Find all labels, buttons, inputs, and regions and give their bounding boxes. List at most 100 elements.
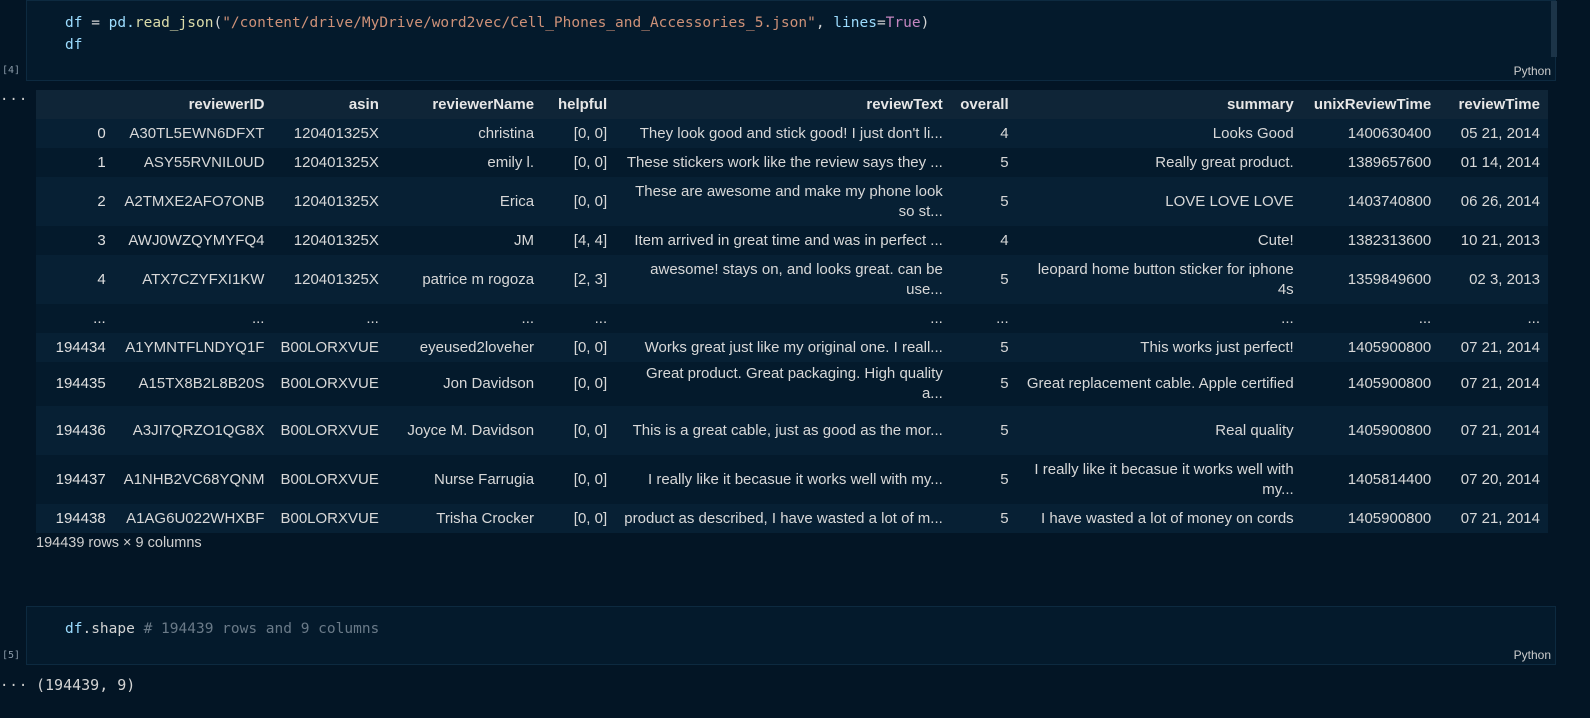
table-row: 194437 A1NHB2VC68YQNM B00LORXVUE Nurse F… xyxy=(36,455,1548,504)
code-line-1[interactable]: df.shape # 194439 rows and 9 columns xyxy=(65,621,379,637)
row-index: 2 xyxy=(97,192,106,210)
cell-scrollbar[interactable] xyxy=(1551,1,1557,57)
cell-unixreviewtime: 1405900800 xyxy=(1347,338,1432,356)
row-index: 3 xyxy=(97,231,106,249)
cell-reviewerid: A2TMXE2AFO7ONB xyxy=(124,192,265,210)
row-index: 0 xyxy=(97,124,106,142)
cell-reviewtime: ... xyxy=(1527,309,1540,327)
code-token-comma: , xyxy=(815,15,834,31)
row-index: 194438 xyxy=(55,509,106,527)
cell-reviewtime: 06 26, 2014 xyxy=(1460,192,1540,210)
cell-reviewerid: AWJ0WZQYMYFQ4 xyxy=(128,231,265,249)
cell-summary: I really like it becasue it works well w… xyxy=(1034,460,1294,498)
cell-reviewtime: 07 21, 2014 xyxy=(1460,338,1540,356)
cell-helpful: [0, 0] xyxy=(573,421,608,439)
dataframe-summary: 194439 rows × 9 columns xyxy=(36,535,202,551)
cell-reviewername: Nurse Farrugia xyxy=(434,470,535,488)
execution-count: [4] xyxy=(2,65,21,76)
cell-reviewername: emily l. xyxy=(487,153,535,171)
cell-language-label[interactable]: Python xyxy=(1514,648,1551,662)
cell-summary: ... xyxy=(1281,309,1294,327)
cell-overall: 5 xyxy=(1000,509,1009,527)
code-token-kwarg: lines xyxy=(833,15,877,31)
cell-reviewtext: They look good and stick good! I just do… xyxy=(639,124,943,142)
cell-summary: Looks Good xyxy=(1212,124,1294,142)
column-header-asin: asin xyxy=(272,90,387,119)
column-header-index xyxy=(36,90,114,119)
cell-overall: 4 xyxy=(1000,124,1009,142)
table-row: 3 AWJ0WZQYMYFQ4 120401325X JM [4, 4] Ite… xyxy=(36,226,1548,255)
cell-language-label[interactable]: Python xyxy=(1514,64,1551,78)
cell-reviewerid: ATX7CZYFXI1KW xyxy=(142,270,265,288)
cell-reviewerid: A1YMNTFLNDYQ1F xyxy=(125,338,265,356)
code-token-fn: read_json xyxy=(134,15,214,31)
table-row: 1 ASY55RVNIL0UD 120401325X emily l. [0, … xyxy=(36,148,1548,177)
output-more-icon[interactable]: ... xyxy=(0,88,28,104)
cell-unixreviewtime: 1389657600 xyxy=(1347,153,1432,171)
column-header-unixreviewtime: unixReviewTime xyxy=(1301,90,1440,119)
code-cell-1[interactable]: df = pd.read_json("/content/drive/MyDriv… xyxy=(26,0,1557,81)
column-header-reviewtext: reviewText xyxy=(615,90,951,119)
cell-summary: leopard home button sticker for iphone 4… xyxy=(1037,260,1294,298)
cell-unixreviewtime: ... xyxy=(1418,309,1432,327)
cell-reviewername: Trisha Crocker xyxy=(436,509,535,527)
cell-unixreviewtime: 1403740800 xyxy=(1347,192,1432,210)
cell-overall: 5 xyxy=(1000,153,1009,171)
cell-overall: 5 xyxy=(1000,421,1009,439)
cell-reviewtime: 10 21, 2013 xyxy=(1460,231,1540,249)
cell-unixreviewtime: 1359849600 xyxy=(1347,270,1432,288)
column-header-reviewerid: reviewerID xyxy=(113,90,273,119)
cell-summary: Real quality xyxy=(1215,421,1294,439)
cell-reviewerid: A1NHB2VC68YQNM xyxy=(123,470,265,488)
table-row: 2 A2TMXE2AFO7ONB 120401325X Erica [0, 0]… xyxy=(36,177,1548,226)
cell-reviewtime: 02 3, 2013 xyxy=(1469,270,1540,288)
table-header-row: reviewerID asin reviewerName helpful rev… xyxy=(36,90,1548,119)
cell-helpful: ... xyxy=(594,309,608,327)
row-index: 194434 xyxy=(55,338,106,356)
cell-asin: 120401325X xyxy=(293,231,379,249)
cell-asin: B00LORXVUE xyxy=(280,421,379,439)
cell-reviewerid: A3JI7QRZO1QG8X xyxy=(132,421,265,439)
cell-reviewtext: Item arrived in great time and was in pe… xyxy=(634,231,943,249)
cell-asin: 120401325X xyxy=(293,124,379,142)
code-token-path: "/content/drive/MyDrive/word2vec/Cell_Ph… xyxy=(222,15,816,31)
cell-reviewername: patrice m rogoza xyxy=(422,270,535,288)
table-row: 194438 A1AG6U022WHXBF B00LORXVUE Trisha … xyxy=(36,504,1548,533)
execution-count: [5] xyxy=(2,650,21,661)
cell-reviewtext: Great product. Great packaging. High qua… xyxy=(645,365,943,402)
column-header-reviewtime: reviewTime xyxy=(1439,90,1548,119)
table-row: 4 ATX7CZYFXI1KW 120401325X patrice m rog… xyxy=(36,255,1548,304)
code-token-assign: = xyxy=(876,15,886,31)
cell-summary: Great replacement cable. Apple certified xyxy=(1026,375,1294,392)
code-token-attr: .shape xyxy=(82,621,135,637)
cell-reviewtext: product as described, I have wasted a lo… xyxy=(624,509,943,527)
cell-unixreviewtime: 1405900800 xyxy=(1347,509,1432,527)
cell-helpful: [0, 0] xyxy=(573,338,608,356)
cell-asin: 120401325X xyxy=(293,270,379,288)
output-more-icon[interactable]: ... xyxy=(0,674,28,690)
cell-reviewtext: I really like it becasue it works well w… xyxy=(648,470,943,488)
cell-reviewtext: awesome! stays on, and looks great. can … xyxy=(650,260,943,298)
cell-reviewtext: These are awesome and make my phone look… xyxy=(635,182,943,220)
code-token-comment: # 194439 rows and 9 columns xyxy=(134,621,380,637)
row-index: 4 xyxy=(97,270,106,288)
table-row: 194434 A1YMNTFLNDYQ1F B00LORXVUE eyeused… xyxy=(36,333,1548,362)
table-row: 194436 A3JI7QRZO1QG8X B00LORXVUE Joyce M… xyxy=(36,406,1548,455)
cell-reviewerid: A30TL5EWN6DFXT xyxy=(129,124,265,142)
row-index: 194436 xyxy=(55,421,106,439)
cell-reviewtime: 07 21, 2014 xyxy=(1460,509,1540,527)
code-line-2[interactable]: df xyxy=(65,37,82,53)
code-cell-2[interactable]: df.shape # 194439 rows and 9 columns Pyt… xyxy=(26,606,1556,665)
row-index: ... xyxy=(93,309,106,327)
cell-overall: 5 xyxy=(1000,270,1009,288)
column-header-summary: summary xyxy=(1016,90,1302,119)
shape-output: (194439, 9) xyxy=(36,676,136,694)
cell-reviewername: JM xyxy=(514,231,535,249)
cell-overall: ... xyxy=(996,309,1009,327)
code-line-1[interactable]: df = pd.read_json("/content/drive/MyDriv… xyxy=(65,15,929,31)
cell-unixreviewtime: 1405900800 xyxy=(1347,421,1432,439)
cell-unixreviewtime: 1405900800 xyxy=(1347,375,1432,392)
cell-reviewtime: 07 20, 2014 xyxy=(1460,470,1540,488)
cell-reviewtext: These stickers work like the review says… xyxy=(626,153,943,171)
cell-reviewtime: 01 14, 2014 xyxy=(1460,153,1540,171)
